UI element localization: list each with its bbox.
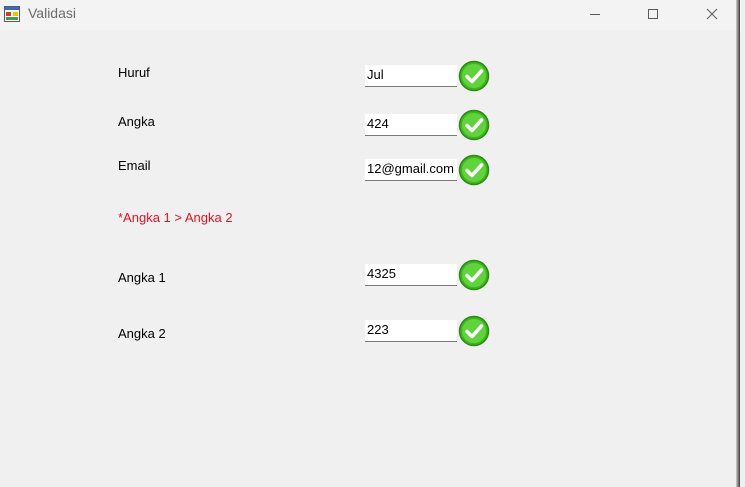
- form-client-area: Huruf Jul Angka 424 Email 12@gmail.com *…: [0, 30, 741, 487]
- angka1-input[interactable]: 4325: [365, 264, 457, 286]
- minimize-icon: [590, 14, 600, 15]
- angka-input[interactable]: 424: [365, 114, 457, 136]
- green-check-icon: [458, 109, 490, 141]
- green-check-icon: [458, 259, 490, 291]
- angka1-label: Angka 1: [118, 270, 166, 285]
- angka2-label: Angka 2: [118, 326, 166, 341]
- close-button[interactable]: [683, 0, 741, 28]
- title-bar[interactable]: Validasi: [0, 0, 741, 30]
- angka2-input[interactable]: 223: [365, 320, 457, 342]
- close-icon: [706, 8, 718, 20]
- maximize-icon: [648, 9, 658, 19]
- green-check-icon: [458, 315, 490, 347]
- maximize-button[interactable]: [624, 0, 682, 28]
- huruf-input[interactable]: Jul: [365, 65, 457, 87]
- angka-label: Angka: [118, 114, 155, 129]
- window-title: Validasi: [28, 5, 76, 21]
- email-label: Email: [118, 158, 151, 173]
- window-edge-shadow: [736, 0, 740, 487]
- form-app-icon: [4, 6, 20, 22]
- green-check-icon: [458, 154, 490, 186]
- huruf-label: Huruf: [118, 65, 150, 80]
- minimize-button[interactable]: [566, 0, 624, 28]
- green-check-icon: [458, 60, 490, 92]
- validasi-window: Validasi Huruf Jul Angka 424 Email 12@gm…: [0, 0, 741, 487]
- comparison-warning-text: *Angka 1 > Angka 2: [118, 210, 233, 225]
- email-input[interactable]: 12@gmail.com: [365, 159, 457, 181]
